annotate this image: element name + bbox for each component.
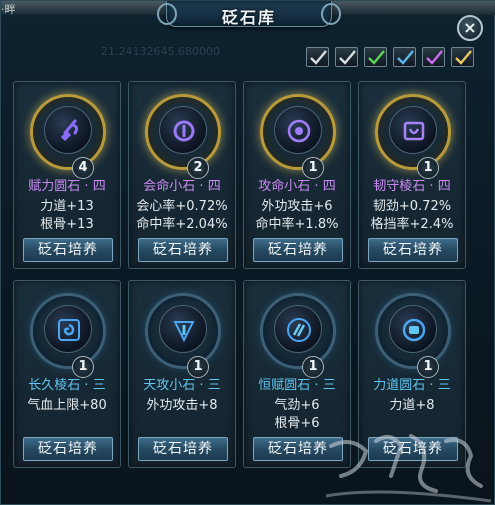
stone-orb[interactable]: 1 — [260, 293, 336, 378]
stone-card: 1 长久棱石 · 三 气血上限+80 砭石培养 — [13, 280, 121, 468]
stone-card: 2 会命小石 · 四 会心率+0.72% 命中率+2.04% 砭石培养 — [128, 81, 236, 269]
stone-train-button[interactable]: 砭石培养 — [23, 437, 113, 461]
stone-attr-1: 外功攻击+6 — [261, 199, 333, 214]
stone-attr-2: 根骨+13 — [40, 217, 94, 232]
stone-orb[interactable]: 1 — [375, 293, 451, 378]
stone-attr-2: 格挡率+2.4% — [370, 217, 454, 232]
stone-attr-1: 力道+8 — [389, 398, 435, 413]
faint-background-number: 21.24132645.680000 — [101, 45, 220, 58]
check-icon — [310, 50, 327, 65]
stone-train-button[interactable]: 砭石培养 — [23, 238, 113, 262]
stone-orb[interactable]: 1 — [260, 94, 336, 179]
stone-orb[interactable]: 1 — [375, 94, 451, 179]
stone-card: 1 力道圆石 · 三 力道+8 砭石培养 — [358, 280, 466, 468]
stone-attr-2: 根骨+6 — [274, 416, 320, 431]
filter-checkbox-green[interactable] — [364, 47, 387, 67]
check-icon — [426, 50, 443, 65]
stone-train-button[interactable]: 砭石培养 — [138, 437, 228, 461]
stone-train-button[interactable]: 砭石培养 — [368, 437, 458, 461]
shield-rune-icon — [389, 106, 437, 154]
stone-card: 4 赋力圆石 · 四 力道+13 根骨+13 砭石培养 — [13, 81, 121, 269]
stone-attr-1: 会心率+0.72% — [136, 199, 228, 214]
stone-attr-1: 气血上限+80 — [27, 398, 107, 413]
stone-name: 韧守棱石 · 四 — [373, 179, 451, 194]
stone-card: 1 天攻小石 · 三 外功攻击+8 砭石培养 — [128, 280, 236, 468]
stone-name: 攻命小石 · 四 — [258, 179, 336, 194]
stone-name: 会命小石 · 四 — [143, 179, 221, 194]
stone-name: 长久棱石 · 三 — [28, 378, 106, 393]
stone-name: 力道圆石 · 三 — [373, 378, 451, 393]
check-icon — [339, 50, 356, 65]
stone-attr-1: 韧劲+0.72% — [372, 199, 452, 214]
stone-name: 天攻小石 · 三 — [143, 378, 221, 393]
stone-library-window: ·畔 砭石库 × 21.24132645.680000 4 赋力圆石 · 四 力… — [0, 0, 495, 505]
stone-attr-2: 命中率+1.8% — [255, 217, 339, 232]
quality-filter-row — [306, 47, 474, 67]
stone-name: 赋力圆石 · 四 — [28, 179, 106, 194]
stone-train-button[interactable]: 砭石培养 — [253, 238, 343, 262]
fist-rune-icon — [389, 305, 437, 353]
filter-checkbox-gold[interactable] — [451, 47, 474, 67]
stone-train-button[interactable]: 砭石培养 — [253, 437, 343, 461]
stone-card: 1 恒赋圆石 · 三 气劲+6 根骨+6 砭石培养 — [243, 280, 351, 468]
filter-checkbox-white-2[interactable] — [335, 47, 358, 67]
stone-train-button[interactable]: 砭石培养 — [368, 238, 458, 262]
circle-rune-icon — [159, 106, 207, 154]
stone-card: 1 韧守棱石 · 四 韧劲+0.72% 格挡率+2.4% 砭石培养 — [358, 81, 466, 269]
check-icon — [397, 50, 414, 65]
title-plate: 砭石库 — [157, 1, 341, 27]
filter-checkbox-purple[interactable] — [422, 47, 445, 67]
stone-card: 1 攻命小石 · 四 外功攻击+6 命中率+1.8% 砭石培养 — [243, 81, 351, 269]
close-icon: × — [463, 18, 477, 37]
sword-rune-icon — [44, 106, 92, 154]
stone-attr-1: 外功攻击+8 — [146, 398, 218, 413]
stone-orb[interactable]: 4 — [30, 94, 106, 179]
check-icon — [368, 50, 385, 65]
stone-train-button[interactable]: 砭石培养 — [138, 238, 228, 262]
close-button[interactable]: × — [457, 15, 483, 41]
stone-attr-2: 命中率+2.04% — [136, 217, 228, 232]
check-icon — [455, 50, 472, 65]
stone-attr-1: 气劲+6 — [274, 398, 320, 413]
stone-attr-1: 力道+13 — [40, 199, 94, 214]
filter-checkbox-white-1[interactable] — [306, 47, 329, 67]
background-text-fragment: ·畔 — [1, 3, 16, 16]
blade-rune-icon — [159, 305, 207, 353]
stone-orb[interactable]: 1 — [30, 293, 106, 378]
slash-rune-icon — [274, 305, 322, 353]
stone-orb[interactable]: 2 — [145, 94, 221, 179]
swirl-rune-icon — [44, 305, 92, 353]
stone-orb[interactable]: 1 — [145, 293, 221, 378]
window-title: 砭石库 — [221, 8, 276, 27]
stone-name: 恒赋圆石 · 三 — [258, 378, 336, 393]
eye-rune-icon — [274, 106, 322, 154]
filter-checkbox-blue[interactable] — [393, 47, 416, 67]
stone-grid: 4 赋力圆石 · 四 力道+13 根骨+13 砭石培养 2 会命小石 · 四 会… — [13, 81, 485, 468]
